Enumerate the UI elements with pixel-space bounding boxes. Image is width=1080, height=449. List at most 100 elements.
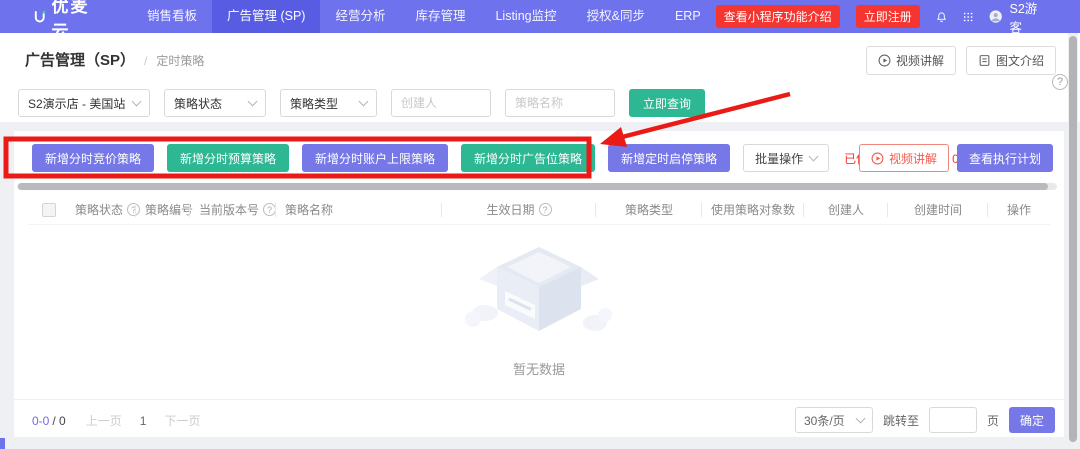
- page-size-select[interactable]: 30条/页: [795, 407, 873, 433]
- column-strategy-status: 策略状态 ?: [66, 195, 136, 225]
- nav-item-listing-monitor[interactable]: Listing监控: [480, 0, 571, 33]
- pagination-controls: 30条/页 跳转至 页 确定: [795, 407, 1055, 433]
- user-menu[interactable]: S2游客: [989, 0, 1038, 36]
- toolbar-video-guide-label: 视频讲解: [889, 150, 937, 167]
- column-strategy-type: 策略类型: [596, 195, 702, 225]
- column-strategy-id: 策略编号: [136, 195, 190, 225]
- chevron-down-icon: [359, 96, 369, 106]
- footer-divider: [14, 399, 1064, 400]
- pagination-range: 0-0: [32, 414, 49, 428]
- miniprogram-intro-button[interactable]: 查看小程序功能介绍: [716, 5, 840, 28]
- column-label: 策略状态: [75, 201, 123, 218]
- jump-page-input[interactable]: [929, 407, 977, 433]
- nav-item-erp[interactable]: ERP: [660, 0, 716, 33]
- top-navbar: 优麦云 销售看板 广告管理 (SP) 经营分析 库存管理 Listing监控 授…: [0, 0, 1080, 33]
- strategy-table-card: 新增分时竞价策略 新增分时预算策略 新增分时账户上限策略 新增分时广告位策略 新…: [14, 131, 1064, 437]
- strategy-status-select[interactable]: 策略状态: [164, 89, 266, 117]
- chevron-down-icon: [809, 151, 819, 161]
- nav-item-business-analysis[interactable]: 经营分析: [320, 0, 400, 33]
- column-label: 策略名称: [285, 201, 333, 218]
- brand-u-icon: [33, 7, 47, 27]
- empty-state-text: 暂无数据: [513, 359, 565, 378]
- column-label: 使用策略对象数: [711, 201, 795, 218]
- add-hourly-placement-strategy-button[interactable]: 新增分时广告位策略: [461, 144, 595, 172]
- register-button[interactable]: 立即注册: [856, 5, 920, 28]
- page-number-1[interactable]: 1: [140, 414, 147, 428]
- nav-item-auth-sync[interactable]: 授权&同步: [572, 0, 660, 33]
- toolbar-video-guide-button[interactable]: 视频讲解: [859, 144, 949, 172]
- play-circle-icon: [878, 54, 891, 67]
- page-size-value: 30条/页: [804, 412, 845, 429]
- text-guide-label: 图文介绍: [996, 52, 1044, 69]
- add-hourly-budget-strategy-button[interactable]: 新增分时预算策略: [167, 144, 289, 172]
- column-effective-date: 生效日期 ?: [442, 195, 596, 225]
- empty-state: 暂无数据: [14, 239, 1064, 378]
- column-create-time: 创建时间: [888, 195, 988, 225]
- view-execution-plan-button[interactable]: 查看执行计划: [957, 144, 1053, 172]
- brand-logo[interactable]: 优麦云: [33, 0, 90, 42]
- column-label: 生效日期: [486, 201, 534, 218]
- jump-to-label: 跳转至: [883, 412, 919, 429]
- text-guide-button[interactable]: 图文介绍: [966, 46, 1056, 75]
- chevron-down-icon: [248, 96, 258, 106]
- column-object-count: 使用策略对象数: [702, 195, 804, 225]
- creator-input[interactable]: [391, 89, 491, 117]
- chevron-down-icon: [132, 96, 142, 106]
- prev-page-button[interactable]: 上一页: [86, 412, 122, 429]
- batch-operation-label: 批量操作: [755, 150, 803, 167]
- column-label: 策略编号: [145, 201, 193, 218]
- pagination-summary: 0-0 / 0 上一页 1 下一页: [32, 412, 200, 429]
- add-scheduled-onoff-strategy-button[interactable]: 新增定时启停策略: [608, 144, 730, 172]
- pagination-total: / 0: [52, 414, 65, 428]
- column-label: 策略类型: [625, 201, 673, 218]
- add-hourly-bid-strategy-button[interactable]: 新增分时竞价策略: [32, 144, 154, 172]
- breadcrumb: 广告管理（SP） / 定时策略: [25, 49, 204, 70]
- nav-item-ad-management-sp[interactable]: 广告管理 (SP): [212, 0, 320, 33]
- strategy-status-value: 策略状态: [174, 95, 222, 112]
- horizontal-scrollbar-thumb[interactable]: [18, 183, 1048, 190]
- filter-bar: S2演示店 - 美国站 策略状态 策略类型 立即查询: [18, 89, 705, 117]
- brand-name: 优麦云: [52, 0, 90, 42]
- column-label: 操作: [1007, 201, 1031, 218]
- batch-operation-dropdown[interactable]: 批量操作: [743, 144, 829, 172]
- horizontal-scrollbar-track: [17, 183, 1057, 190]
- add-hourly-account-cap-strategy-button[interactable]: 新增分时账户上限策略: [302, 144, 448, 172]
- store-select[interactable]: S2演示店 - 美国站: [18, 89, 150, 117]
- column-actions: 操作: [988, 195, 1050, 225]
- table-header: 策略状态 ? 策略编号 当前版本号 ? 策略名称 生效日期 ? 策略类型 使用策…: [28, 195, 1050, 225]
- help-icon[interactable]: ?: [1052, 74, 1068, 90]
- next-page-button[interactable]: 下一页: [164, 412, 200, 429]
- page-unit-label: 页: [987, 412, 999, 429]
- column-current-version: 当前版本号 ?: [190, 195, 276, 225]
- video-guide-button[interactable]: 视频讲解: [866, 46, 956, 75]
- column-label: 创建时间: [914, 201, 962, 218]
- document-icon: [978, 54, 991, 67]
- video-guide-label: 视频讲解: [896, 52, 944, 69]
- info-icon[interactable]: ?: [263, 203, 276, 216]
- confirm-jump-button[interactable]: 确定: [1009, 407, 1055, 433]
- vertical-scrollbar-track: [1068, 33, 1078, 449]
- strategy-type-value: 策略类型: [290, 95, 338, 112]
- breadcrumb-current: 定时策略: [156, 52, 204, 69]
- nav-item-inventory[interactable]: 库存管理: [400, 0, 480, 33]
- strategy-toolbar: 新增分时竞价策略 新增分时预算策略 新增分时账户上限策略 新增分时广告位策略 新…: [32, 144, 995, 172]
- select-all-checkbox[interactable]: [42, 203, 56, 217]
- nav-item-sales-dashboard[interactable]: 销售看板: [132, 0, 212, 33]
- apps-grid-icon[interactable]: [963, 10, 973, 24]
- breadcrumb-separator: /: [144, 54, 147, 68]
- search-button[interactable]: 立即查询: [629, 89, 705, 117]
- strategy-name-input[interactable]: [505, 89, 615, 117]
- strategy-type-select[interactable]: 策略类型: [280, 89, 377, 117]
- column-label: 创建人: [828, 201, 864, 218]
- empty-box-icon: [459, 239, 619, 335]
- column-strategy-name: 策略名称: [276, 195, 442, 225]
- play-circle-icon: [871, 152, 884, 165]
- store-select-value: S2演示店 - 美国站: [28, 95, 125, 112]
- info-icon[interactable]: ?: [539, 203, 552, 216]
- vertical-scrollbar-thumb[interactable]: [1069, 36, 1077, 442]
- avatar: [989, 7, 1002, 26]
- bell-icon[interactable]: [936, 9, 947, 25]
- column-label: 当前版本号: [199, 201, 259, 218]
- corner-artifact: [0, 438, 5, 449]
- user-name: S2游客: [1010, 0, 1038, 36]
